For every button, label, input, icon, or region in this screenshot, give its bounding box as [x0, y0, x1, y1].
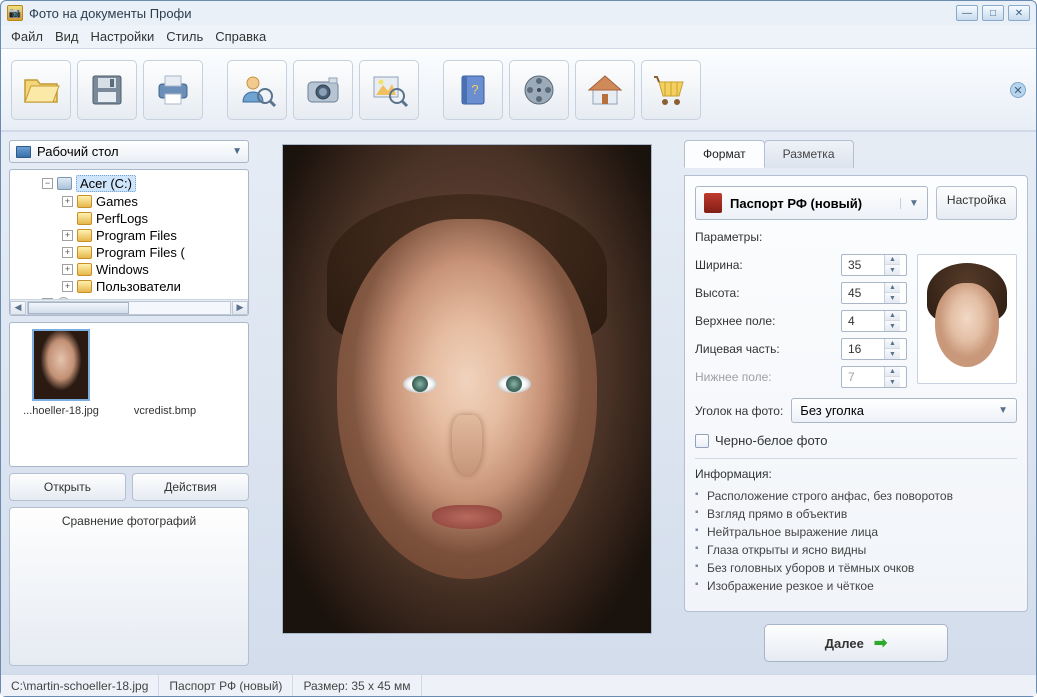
scroll-right-button[interactable]: ▶ — [232, 301, 248, 315]
menu-help[interactable]: Справка — [215, 29, 266, 44]
cart-button[interactable] — [641, 60, 701, 120]
tree-node-folder[interactable]: PerfLogs — [12, 210, 246, 227]
tab-markup[interactable]: Разметка — [764, 140, 854, 168]
bottom-margin-spinner: ▲▼ — [841, 366, 907, 388]
home-button[interactable] — [575, 60, 635, 120]
location-label: Рабочий стол — [37, 144, 119, 159]
app-icon: 📷 — [7, 5, 23, 21]
tree-node-folder[interactable]: +Windows — [12, 261, 246, 278]
document-type-combo[interactable]: Паспорт РФ (новый) ▼ — [695, 186, 928, 220]
menu-file[interactable]: Файл — [11, 29, 43, 44]
open-folder-button[interactable] — [11, 60, 71, 120]
thumbnails-panel: ...hoeller-18.jpg vcredist.bmp — [9, 322, 249, 467]
tree-node-folder[interactable]: +Games — [12, 193, 246, 210]
corner-combo[interactable]: Без уголка ▼ — [791, 398, 1017, 423]
menu-style[interactable]: Стиль — [166, 29, 203, 44]
thumbnail-item[interactable]: vcredist.bmp — [120, 329, 210, 417]
tab-format[interactable]: Формат — [684, 140, 765, 168]
print-button[interactable] — [143, 60, 203, 120]
tree-node-folder[interactable]: +Program Files — [12, 227, 246, 244]
camera-button[interactable] — [293, 60, 353, 120]
face-part-spinner[interactable]: ▲▼ — [841, 338, 907, 360]
status-size: Размер: 35 x 45 мм — [293, 675, 421, 696]
thumbnail-item[interactable]: ...hoeller-18.jpg — [16, 329, 106, 417]
location-combo[interactable]: Рабочий стол ▼ — [9, 140, 249, 163]
sample-photo — [917, 254, 1017, 384]
actions-button[interactable]: Действия — [132, 473, 249, 501]
tree-node-folder[interactable]: +Пользователи — [12, 278, 246, 295]
status-doc: Паспорт РФ (новый) — [159, 675, 293, 696]
passport-icon — [704, 193, 722, 213]
title-bar: 📷 Фото на документы Профи — □ ✕ — [1, 1, 1036, 25]
chevron-down-icon: ▼ — [998, 405, 1008, 416]
chevron-down-icon: ▼ — [900, 198, 919, 209]
format-settings-button[interactable]: Настройка — [936, 186, 1017, 220]
checkbox-icon — [695, 434, 709, 448]
format-panel: Паспорт РФ (новый) ▼ Настройка Параметры… — [684, 175, 1028, 612]
tree-hscrollbar[interactable]: ◀ ▶ — [10, 299, 248, 315]
help-icon[interactable]: ✕ — [1010, 82, 1026, 98]
photo-preview — [282, 144, 652, 634]
desktop-icon — [16, 146, 31, 158]
menu-bar: Файл Вид Настройки Стиль Справка — [1, 25, 1036, 49]
status-bar: C:\martin-schoeller-18.jpg Паспорт РФ (н… — [1, 674, 1036, 696]
tree-node-drive[interactable]: −Acer (C:) — [12, 174, 246, 193]
tree-node-folder[interactable]: +Program Files ( — [12, 244, 246, 261]
open-button[interactable]: Открыть — [9, 473, 126, 501]
window-title: Фото на документы Профи — [29, 6, 956, 21]
height-spinner[interactable]: ▲▼ — [841, 282, 907, 304]
info-label: Информация: — [695, 467, 1017, 481]
info-list: Расположение строго анфас, без поворотов… — [695, 487, 1017, 595]
next-button[interactable]: Далее ➡ — [764, 624, 948, 662]
maximize-button[interactable]: □ — [982, 5, 1004, 21]
scroll-left-button[interactable]: ◀ — [10, 301, 26, 315]
toolbar: ? ✕ — [1, 49, 1036, 132]
svg-text:?: ? — [471, 82, 478, 97]
menu-settings[interactable]: Настройки — [91, 29, 155, 44]
user-search-button[interactable] — [227, 60, 287, 120]
close-button[interactable]: ✕ — [1008, 5, 1030, 21]
help-book-button[interactable]: ? — [443, 60, 503, 120]
minimize-button[interactable]: — — [956, 5, 978, 21]
compare-button[interactable]: Сравнение фотографий — [9, 507, 249, 666]
image-search-button[interactable] — [359, 60, 419, 120]
bw-checkbox[interactable]: Черно-белое фото — [695, 433, 1017, 448]
status-path: C:\martin-schoeller-18.jpg — [1, 675, 159, 696]
top-margin-spinner[interactable]: ▲▼ — [841, 310, 907, 332]
folder-tree: −Acer (C:) +Games PerfLogs +Program File… — [9, 169, 249, 316]
chevron-down-icon: ▼ — [232, 146, 242, 157]
film-reel-button[interactable] — [509, 60, 569, 120]
save-button[interactable] — [77, 60, 137, 120]
menu-view[interactable]: Вид — [55, 29, 79, 44]
params-label: Параметры: — [695, 230, 1017, 244]
tabs: Формат Разметка — [684, 140, 1028, 168]
arrow-right-icon: ➡ — [874, 633, 887, 653]
width-spinner[interactable]: ▲▼ — [841, 254, 907, 276]
